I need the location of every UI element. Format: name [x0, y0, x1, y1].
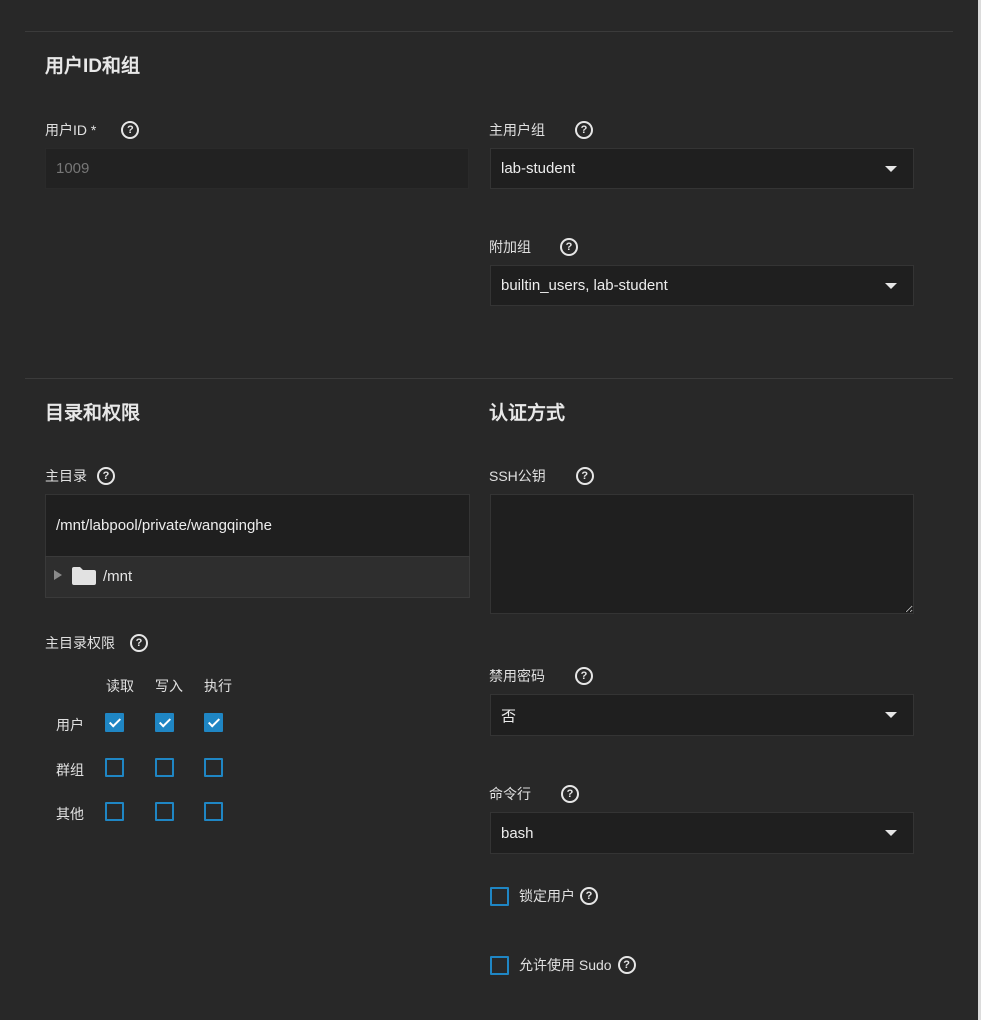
tree-item-label[interactable]: /mnt — [103, 568, 132, 585]
help-circle-icon[interactable]: ? — [580, 887, 598, 905]
help-circle-icon[interactable]: ? — [575, 121, 593, 139]
caret-down-icon — [885, 282, 897, 289]
perm-user-read-checkbox[interactable] — [105, 713, 124, 732]
help-circle-icon[interactable]: ? — [617, 956, 636, 974]
user-id-input: 1009 — [45, 148, 469, 189]
help-circle-icon[interactable]: ? — [575, 667, 593, 685]
user-id-label: 用户ID * — [45, 122, 97, 138]
primary-group-select[interactable]: lab-student — [490, 148, 914, 189]
help-circle-icon[interactable]: ? — [130, 634, 148, 652]
aux-groups-label-row: 附加组 ? — [489, 237, 578, 257]
perm-user-execute-checkbox[interactable] — [204, 713, 223, 732]
lock-user-row: 锁定用户 ? — [490, 886, 598, 906]
perm-group-execute-checkbox[interactable] — [204, 758, 223, 777]
lock-user-label[interactable]: 锁定用户 — [519, 886, 575, 906]
allow-sudo-row: 允许使用 Sudo ? — [490, 955, 636, 975]
ssh-key-label-row: SSH公钥 ? — [489, 466, 594, 486]
perm-other-write-checkbox[interactable] — [155, 802, 174, 821]
section-title-directory-permissions: 目录和权限 — [45, 403, 141, 424]
help-circle-icon[interactable]: ? — [97, 467, 115, 485]
shell-label: 命令行 — [489, 786, 531, 802]
help-circle-icon[interactable]: ? — [561, 785, 579, 803]
allow-sudo-label[interactable]: 允许使用 Sudo — [519, 955, 612, 975]
perm-other-execute-checkbox[interactable] — [204, 802, 223, 821]
folder-icon — [72, 567, 96, 585]
caret-down-icon — [885, 830, 897, 836]
help-circle-icon[interactable]: ? — [560, 238, 578, 256]
section-title-authentication: 认证方式 — [489, 403, 566, 424]
primary-group-label-row: 主用户组 ? — [489, 120, 593, 140]
home-dir-input[interactable]: /mnt/labpool/private/wangqinghe — [45, 494, 470, 556]
help-circle-icon[interactable]: ? — [575, 467, 594, 485]
disable-password-select[interactable]: 否 — [490, 694, 914, 736]
perm-group-read-checkbox[interactable] — [105, 758, 124, 777]
section-divider-middle — [25, 378, 953, 379]
perm-group-write-checkbox[interactable] — [155, 758, 174, 777]
perm-row-other: 其他 — [56, 806, 84, 822]
primary-group-label: 主用户组 — [489, 122, 545, 138]
section-title-user-id-group: 用户ID和组 — [45, 56, 141, 77]
primary-group-value: lab-student — [501, 160, 576, 177]
shell-value: bash — [501, 824, 534, 842]
perm-col-execute: 执行 — [204, 678, 232, 694]
perm-other-read-checkbox[interactable] — [105, 802, 124, 821]
aux-groups-label: 附加组 — [489, 239, 531, 255]
home-perms-label: 主目录权限 — [45, 635, 115, 651]
perm-user-write-checkbox[interactable] — [155, 713, 174, 732]
home-perms-label-row: 主目录权限 ? — [45, 633, 148, 653]
perm-col-read: 读取 — [106, 678, 134, 694]
allow-sudo-checkbox[interactable] — [490, 955, 509, 975]
shell-label-row: 命令行 ? — [489, 784, 579, 804]
aux-groups-value: builtin_users, lab-student — [501, 277, 668, 294]
lock-user-checkbox[interactable] — [490, 886, 509, 906]
shell-select[interactable]: bash — [490, 812, 914, 854]
home-dir-label-row: 主目录 ? — [45, 466, 115, 486]
user-id-label-row: 用户ID * ? — [45, 120, 140, 140]
triangle-right-icon[interactable] — [54, 570, 62, 580]
ssh-key-label: SSH公钥 — [489, 468, 546, 484]
disable-password-label-row: 禁用密码 ? — [489, 666, 593, 686]
disable-password-value: 否 — [501, 707, 517, 725]
help-circle-icon[interactable]: ? — [121, 121, 140, 139]
user-id-value: 1009 — [56, 160, 90, 177]
home-dir-label: 主目录 — [45, 468, 87, 484]
home-dir-tree[interactable]: /mnt — [45, 556, 470, 598]
home-dir-value: /mnt/labpool/private/wangqinghe — [56, 517, 272, 534]
section-divider-top — [25, 31, 953, 32]
ssh-key-textarea[interactable] — [490, 494, 914, 614]
caret-down-icon — [885, 712, 897, 718]
aux-groups-select[interactable]: builtin_users, lab-student — [490, 265, 914, 306]
disable-password-label: 禁用密码 — [489, 668, 545, 684]
perm-col-write: 写入 — [155, 678, 183, 694]
caret-down-icon — [885, 165, 897, 172]
perm-row-user: 用户 — [56, 717, 84, 733]
perm-row-group: 群组 — [56, 762, 84, 778]
